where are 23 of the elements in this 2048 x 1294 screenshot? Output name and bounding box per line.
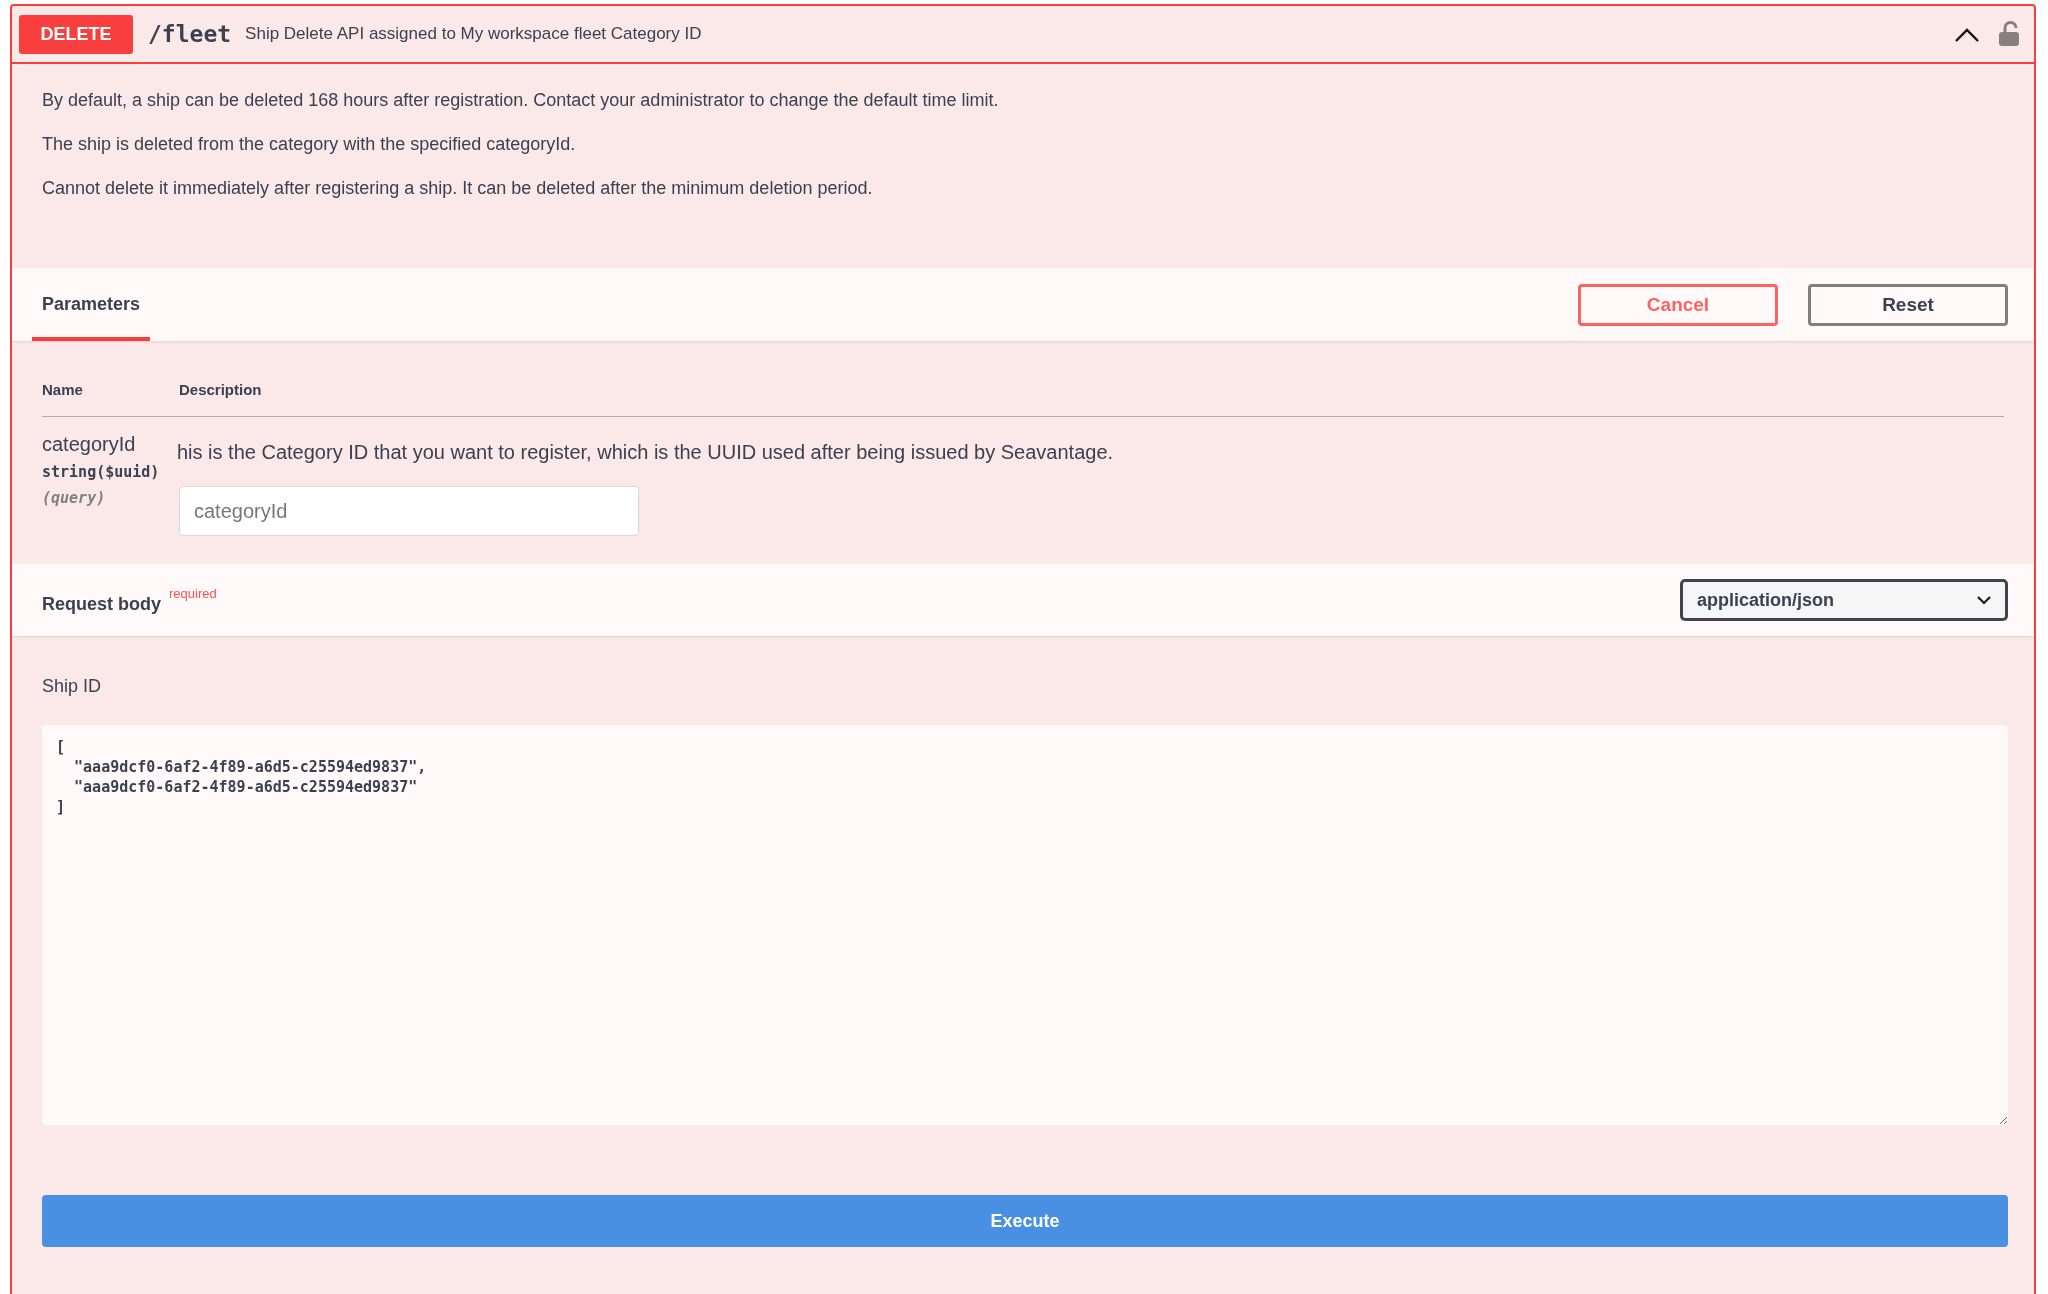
- padlock-icon[interactable]: [1998, 21, 2020, 47]
- request-body-editor[interactable]: [ "aaa9dcf0-6af2-4f89-a6d5-c25594ed9837", "aaa9dcf0-6af2-4f89-a6d5-c25594ed9837" ]: [42, 725, 2008, 1125]
- description-text: Cannot delete it immediately after registering a ship. It can be deleted after the minimum deletion period.: [42, 178, 874, 198]
- request-body-title: Request body: [42, 593, 161, 615]
- column-header: Description: [179, 381, 262, 398]
- endpoint-path: /fleet: [148, 21, 232, 47]
- content-type-select[interactable]: application/json: [1680, 579, 2008, 621]
- method-badge: DELETE: [19, 14, 133, 54]
- parameters-tab[interactable]: Parameters: [32, 268, 151, 341]
- description-text: By default, a ship can be deleted 168 hours after registration. Contact your administrator to change the default time limit.: [42, 90, 1000, 110]
- chevron-down-icon: [1977, 595, 1991, 605]
- parameter-location: (query): [42, 489, 107, 507]
- column-header: Name: [42, 381, 84, 398]
- parameter-name: categoryId: [42, 432, 137, 457]
- chevron-up-icon[interactable]: [1954, 27, 1980, 43]
- required-label: required: [169, 585, 217, 601]
- description-text: The ship is deleted from the category with the specified categoryId.: [42, 134, 577, 154]
- category-id-input[interactable]: categoryId: [179, 486, 639, 536]
- parameter-type: string($uuid): [42, 463, 161, 481]
- endpoint-summary: Ship Delete API assigned to My workspace fleet Category ID: [245, 24, 702, 44]
- body-label: Ship ID: [42, 676, 103, 697]
- parameter-description: his is the Category ID that you want to register, which is the UUID used after being issued by Seavantage.: [177, 441, 1114, 464]
- reset-button[interactable]: Reset: [1808, 283, 2008, 326]
